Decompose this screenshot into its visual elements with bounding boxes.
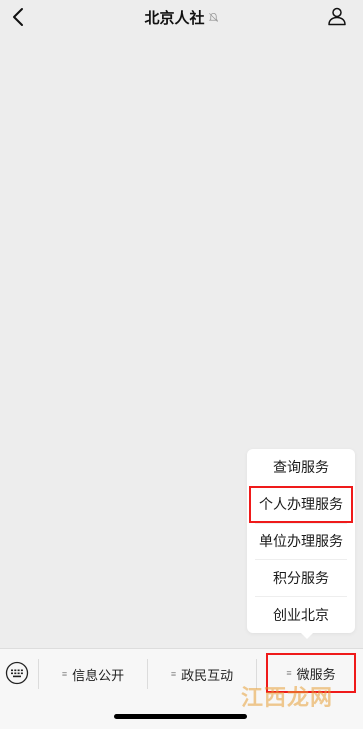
menu-item-public-interaction[interactable]: ≡ 政民互动 bbox=[148, 655, 256, 693]
submenu-lines-icon: ≡ bbox=[170, 669, 177, 679]
page-title: 北京人社 bbox=[144, 9, 205, 27]
navigation-bar: 北京人社 bbox=[0, 0, 363, 36]
submenu-item-entrepreneurship[interactable]: 创业北京 bbox=[247, 596, 355, 633]
menu-item-info-disclosure[interactable]: ≡ 信息公开 bbox=[39, 655, 147, 693]
submenu-item-points-services[interactable]: 积分服务 bbox=[247, 559, 355, 596]
keyboard-icon[interactable] bbox=[5, 661, 29, 685]
menu-item-label: 政民互动 bbox=[181, 667, 234, 683]
watermark: 江西龙网 bbox=[240, 686, 333, 711]
menu-item-label: 信息公开 bbox=[72, 667, 125, 683]
title-wrap: 北京人社 bbox=[0, 6, 363, 28]
home-indicator[interactable] bbox=[114, 714, 247, 719]
submenu-item-unit-services[interactable]: 单位办理服务 bbox=[247, 522, 355, 560]
submenu-lines-icon: ≡ bbox=[61, 669, 68, 679]
submenu-lines-icon: ≡ bbox=[286, 668, 292, 678]
submenu-item-personal-services[interactable]: 个人办理服务 bbox=[249, 485, 353, 523]
profile-button[interactable] bbox=[325, 4, 349, 28]
bell-muted-icon bbox=[208, 12, 218, 22]
submenu-item-query-services[interactable]: 查询服务 bbox=[247, 449, 355, 486]
person-icon bbox=[328, 7, 346, 26]
submenu-popup: 查询服务 个人办理服务 单位办理服务 积分服务 创业北京 bbox=[247, 449, 355, 639]
